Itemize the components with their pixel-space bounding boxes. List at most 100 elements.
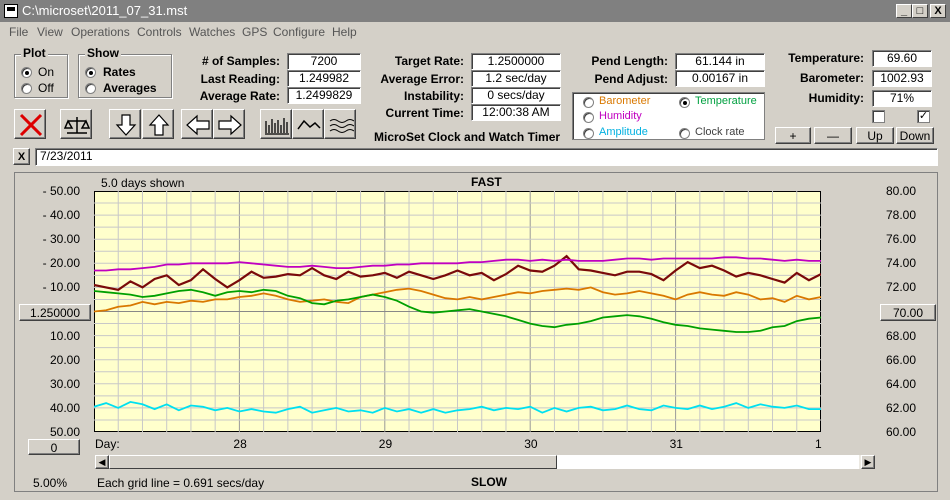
plot-caption: Plot xyxy=(21,46,48,60)
arrow-down-button[interactable] xyxy=(109,109,141,139)
clear-icon xyxy=(19,113,43,137)
balance-icon xyxy=(64,117,90,134)
balance-button[interactable] xyxy=(60,109,92,139)
plot-on-label: On xyxy=(38,65,55,79)
right-axis-tick: 62.00 xyxy=(886,400,917,415)
left-axis-tick: 40.00 xyxy=(49,400,80,415)
scale-minus-button[interactable]: — xyxy=(814,127,852,144)
title-bar: C:\microset\2011_07_31.mst _ □ X xyxy=(0,0,950,22)
barometer-field: 1002.93 xyxy=(872,70,932,87)
show-averages-radio[interactable] xyxy=(85,83,96,94)
temperature-label: Temperature: xyxy=(788,51,864,65)
last-reading-label: Last Reading: xyxy=(200,72,280,86)
left-axis-tick: - 20.00 xyxy=(42,256,80,271)
right-axis-tick: 80.00 xyxy=(886,184,917,198)
menu-watches[interactable]: Watches xyxy=(189,25,235,39)
scale-up-button[interactable]: Up xyxy=(856,127,894,144)
left-axis-tick: 30.00 xyxy=(49,376,80,391)
x-axis-tick: 31 xyxy=(669,437,683,451)
average-rate-field: 1.2499829 xyxy=(287,87,361,104)
clock-rate-radio[interactable] xyxy=(679,128,690,139)
app-caption: MicroSet Clock and Watch Timer xyxy=(374,130,561,144)
menu-view[interactable]: View xyxy=(37,25,63,39)
environment-checkbox-1[interactable] xyxy=(872,110,885,123)
menu-configure[interactable]: Configure xyxy=(273,25,325,39)
menu-file[interactable]: File xyxy=(9,25,28,39)
pend-length-label: Pend Length: xyxy=(591,54,668,68)
temperature-option-label: Temperature xyxy=(695,95,757,107)
amplitude-radio[interactable] xyxy=(583,128,594,139)
arrow-right-button[interactable] xyxy=(213,109,245,139)
rate-scale-button[interactable]: 1.250000 xyxy=(19,304,91,321)
left-axis-tick: 10.00 xyxy=(49,328,80,343)
plot-off-label: Off xyxy=(38,81,54,95)
show-rates-label: Rates xyxy=(103,65,136,79)
chart-scrollbar[interactable]: ◀ ▶ xyxy=(94,454,876,470)
app-icon xyxy=(4,4,18,18)
left-axis-tick: - 30.00 xyxy=(42,232,80,247)
samples-label: # of Samples: xyxy=(201,54,280,68)
scroll-thumb[interactable] xyxy=(109,455,557,469)
clock-rate-option-label: Clock rate xyxy=(695,126,745,138)
left-axis-tick: 50.00 xyxy=(49,425,80,439)
wave-button[interactable] xyxy=(292,109,324,139)
menu-operations[interactable]: Operations xyxy=(71,25,130,39)
temperature-field: 69.60 xyxy=(872,50,932,67)
show-rates-radio[interactable] xyxy=(85,67,96,78)
scale-down-button[interactable]: Down xyxy=(896,127,934,144)
left-axis-tick: - 50.00 xyxy=(42,184,80,198)
plot-on-radio[interactable] xyxy=(21,67,32,78)
multi-wave-button[interactable] xyxy=(324,109,356,139)
day-axis-label: Day: xyxy=(95,437,120,451)
arrow-up-icon xyxy=(148,114,170,136)
right-axis-tick: 60.00 xyxy=(886,425,917,439)
environment-checkbox-2[interactable]: ✓ xyxy=(917,110,930,123)
menu-help[interactable]: Help xyxy=(332,25,357,39)
arrow-right-icon xyxy=(218,114,242,136)
maximize-button[interactable]: □ xyxy=(912,4,928,18)
temperature-scale-button[interactable]: 70.00 xyxy=(880,304,936,321)
arrow-left-button[interactable] xyxy=(181,109,213,139)
scroll-right-arrow-icon[interactable]: ▶ xyxy=(861,455,875,469)
show-caption: Show xyxy=(85,46,121,60)
fast-label: FAST xyxy=(471,175,502,189)
scroll-track[interactable] xyxy=(557,455,859,469)
average-error-label: Average Error: xyxy=(380,72,464,86)
menu-controls[interactable]: Controls xyxy=(137,25,182,39)
x-axis-tick: 28 xyxy=(233,437,247,451)
wave-icon xyxy=(297,119,321,130)
humidity-radio[interactable] xyxy=(583,112,594,123)
arrow-up-button[interactable] xyxy=(142,109,174,139)
target-rate-field[interactable]: 1.2500000 xyxy=(471,53,561,70)
bar-graph-button[interactable] xyxy=(260,109,292,139)
left-axis-tick: - 10.00 xyxy=(42,280,80,295)
plot-off-radio[interactable] xyxy=(21,83,32,94)
plot-group: Plot On Off xyxy=(14,46,68,98)
grid-note-label: Each grid line = 0.691 secs/day xyxy=(97,476,265,490)
close-button[interactable]: X xyxy=(930,4,946,18)
date-close-button[interactable]: X xyxy=(13,148,30,165)
days-shown-label: 5.0 days shown xyxy=(101,176,185,190)
scale-plus-button[interactable]: + xyxy=(775,127,811,144)
menu-bar: File View Operations Controls Watches GP… xyxy=(0,22,950,42)
menu-gps[interactable]: GPS xyxy=(242,25,267,39)
minimize-button[interactable]: _ xyxy=(896,4,912,18)
right-axis-tick: 64.00 xyxy=(886,376,917,391)
chart-plot xyxy=(94,191,821,432)
temperature-radio[interactable] xyxy=(679,97,690,108)
barometer-radio[interactable] xyxy=(583,97,594,108)
scroll-left-arrow-icon[interactable]: ◀ xyxy=(95,455,109,469)
right-axis-tick: 66.00 xyxy=(886,352,917,367)
pend-length-field: 61.144 in xyxy=(675,53,765,70)
show-averages-label: Averages xyxy=(103,81,157,95)
clear-button[interactable] xyxy=(14,109,46,139)
date-field[interactable]: 7/23/2011 xyxy=(35,148,938,166)
x-axis-tick: 30 xyxy=(524,437,538,451)
percent-label: 5.00% xyxy=(33,476,68,490)
samples-field: 7200 xyxy=(287,53,361,70)
left-axis-tick: - 40.00 xyxy=(42,208,80,223)
current-time-field: 12:00:38 AM xyxy=(471,104,561,121)
pend-adjust-label: Pend Adjust: xyxy=(594,72,668,86)
show-group: Show Rates Averages xyxy=(78,46,172,98)
zero-button[interactable]: 0 xyxy=(28,439,80,455)
